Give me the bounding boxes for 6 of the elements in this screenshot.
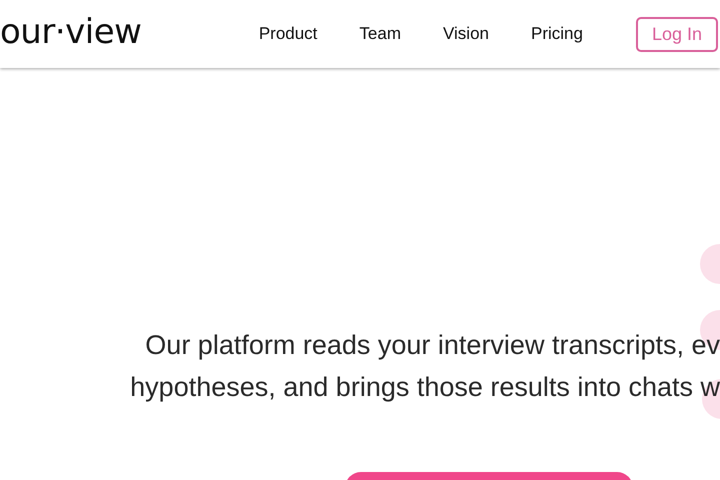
nav-link[interactable]: Team: [359, 24, 401, 44]
nav-link[interactable]: Product: [258, 24, 318, 44]
nav-link[interactable]: Pricing: [530, 24, 583, 44]
logo[interactable]: our·view: [0, 12, 142, 52]
nav-link[interactable]: Vision: [442, 24, 489, 44]
hero-description: Our platform reads your interview transcripts, ev hypotheses, and brings those results into chats w: [130, 329, 720, 404]
